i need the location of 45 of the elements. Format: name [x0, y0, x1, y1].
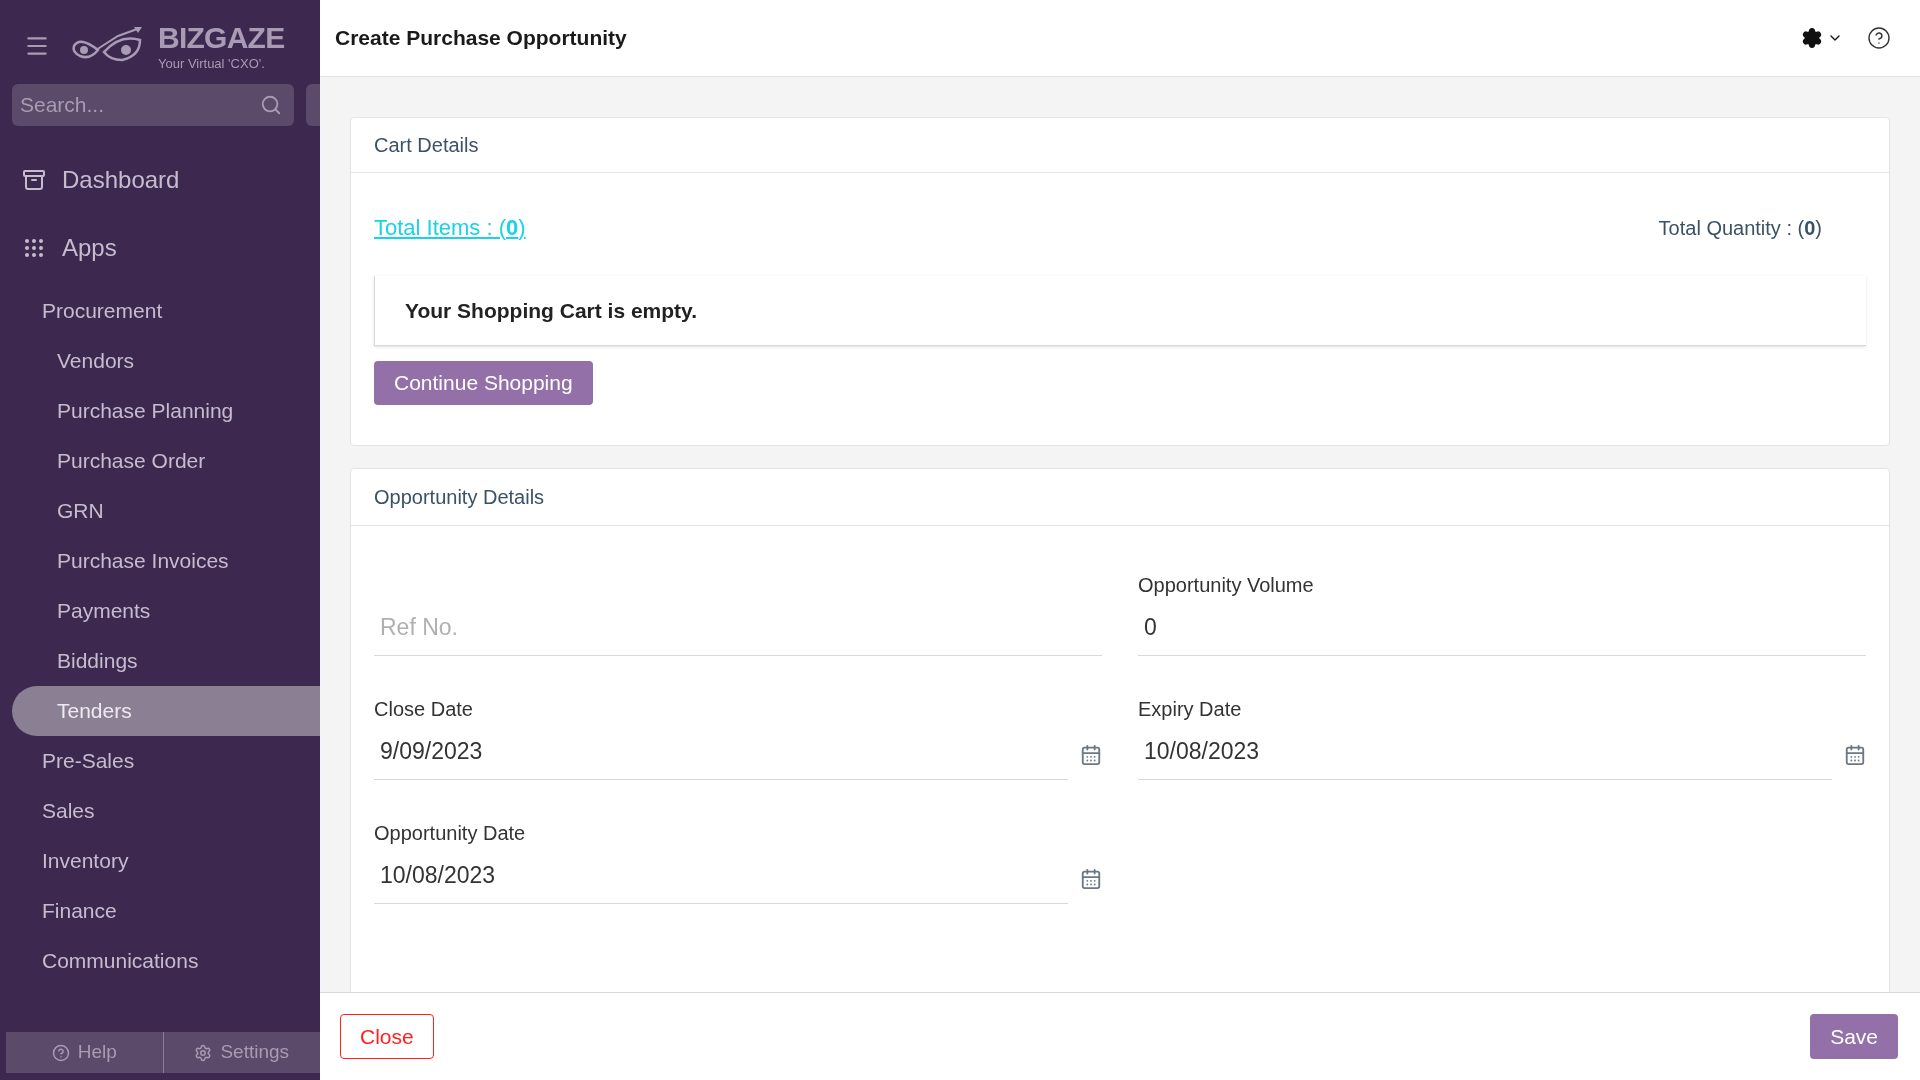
page-title: Create Purchase Opportunity	[335, 25, 628, 52]
help-icon	[51, 1043, 70, 1062]
calendar-icon[interactable]	[1080, 744, 1102, 766]
help-icon[interactable]	[1867, 26, 1891, 50]
field-label: Opportunity Date	[374, 821, 526, 846]
sidebar-item[interactable]: Communications	[0, 936, 320, 986]
sidebar-item[interactable]: Purchase Invoices	[0, 536, 320, 586]
search-field[interactable]: Search...	[12, 84, 294, 126]
continue-shopping-button[interactable]: Continue Shopping	[374, 361, 593, 405]
sidebar-item[interactable]: Sales	[0, 786, 320, 836]
sidebar-item[interactable]: GRN	[0, 486, 320, 536]
gear-icon	[194, 1043, 213, 1062]
date-field[interactable]: 10/08/2023	[1138, 724, 1832, 780]
settings-icon[interactable]	[1801, 27, 1823, 49]
sidebar-item[interactable]: Payments	[0, 586, 320, 636]
date-field[interactable]: 10/08/2023	[374, 848, 1068, 904]
sidebar-item[interactable]: Procurement	[0, 286, 320, 336]
field-label: Expiry Date	[1138, 697, 1242, 722]
brand-tagline: Your Virtual 'CXO'.	[158, 56, 266, 70]
grid-icon	[22, 236, 46, 260]
brand-name: BIZGAZE	[158, 22, 285, 53]
sidebar-item[interactable]: Purchase Order	[0, 436, 320, 486]
close-button[interactable]: Close	[340, 1014, 434, 1059]
text-field[interactable]: 0	[1138, 600, 1866, 656]
sidebar-section[interactable]: Dashboard	[62, 162, 180, 198]
sidebar-section[interactable]: Apps	[62, 230, 117, 266]
field-label: Close Date	[374, 697, 473, 722]
sidebar-item[interactable]: Biddings	[0, 636, 320, 686]
calendar-icon[interactable]	[1080, 868, 1102, 890]
empty-cart-message: Your Shopping Cart is empty.	[405, 297, 698, 324]
archive-icon	[22, 168, 46, 192]
text-field[interactable]: Ref No.	[374, 566, 1102, 656]
card-title: Opportunity Details	[374, 485, 545, 510]
save-button[interactable]: Save	[1810, 1014, 1898, 1059]
field-label: Opportunity Volume	[1138, 573, 1314, 598]
sidebar-item[interactable]: Finance	[0, 886, 320, 936]
sidebar-item[interactable]: Purchase Planning	[0, 386, 320, 436]
calendar-icon[interactable]	[1844, 744, 1866, 766]
sidebar-item[interactable]: Inventory	[0, 836, 320, 886]
total-quantity: Total Quantity : (0)	[1658, 215, 1822, 241]
sidebar-item[interactable]: Vendors	[0, 336, 320, 386]
card-title: Cart Details	[374, 133, 479, 158]
sidebar-item[interactable]: Pre-Sales	[0, 736, 320, 786]
date-field[interactable]: 9/09/2023	[374, 724, 1068, 780]
search-icon[interactable]	[260, 94, 282, 116]
